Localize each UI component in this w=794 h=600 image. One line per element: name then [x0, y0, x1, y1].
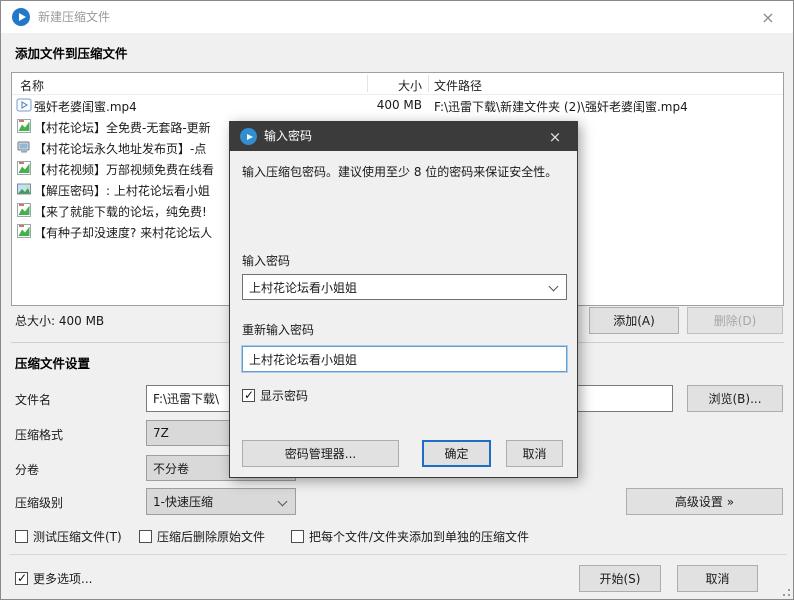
confirm-password-input[interactable]: 上村花论坛看小姐姐 [242, 346, 567, 372]
level-label: 压缩级别 [15, 494, 63, 511]
checkbox-label: 显示密码 [260, 387, 308, 404]
file-name: 【村花视频】万部视频免费在线看 [34, 161, 214, 178]
total-size-label: 总大小: 400 MB [15, 312, 104, 329]
ok-button[interactable]: 确定 [422, 440, 491, 467]
file-path: F:\迅雷下载\新建文件夹 (2)\强奸老婆闺蜜.mp4 [434, 98, 779, 115]
file-size: 400 MB [282, 98, 422, 112]
checkbox-box [15, 572, 28, 585]
app-icon [12, 8, 30, 26]
webpage-chart-icon [16, 160, 32, 176]
delete-button: 删除(D) [687, 307, 783, 334]
media-player-icon [16, 97, 32, 113]
chevron-down-icon [278, 497, 288, 507]
column-header-name[interactable]: 名称 [20, 77, 44, 94]
advanced-settings-button[interactable]: 高级设置 » [626, 488, 783, 515]
separator [9, 554, 787, 555]
file-list-header: 名称 大小 文件路径 [12, 73, 783, 95]
password-combobox[interactable]: 上村花论坛看小姐姐 [242, 274, 567, 300]
level-value: 1-快速压缩 [153, 493, 213, 510]
add-files-section-title: 添加文件到压缩文件 [15, 43, 128, 62]
checkbox-box [15, 530, 28, 543]
image-icon [16, 181, 32, 197]
filename-label: 文件名 [15, 391, 51, 408]
computer-icon [16, 139, 32, 155]
new-archive-window: 新建压缩文件 × 添加文件到压缩文件 名称 大小 文件路径 强奸老婆闺蜜.mp4… [0, 0, 794, 600]
password-label: 输入密码 [242, 252, 290, 269]
app-icon [240, 128, 257, 145]
format-value: 7Z [153, 426, 169, 440]
close-icon[interactable]: × [539, 122, 571, 151]
checkbox-show-password[interactable]: 显示密码 [242, 387, 308, 404]
checkbox-separate-archives[interactable]: 把每个文件/文件夹添加到单独的压缩文件 [291, 528, 529, 545]
webpage-chart-icon [16, 118, 32, 134]
chevron-down-icon [549, 282, 559, 292]
password-value: 上村花论坛看小姐姐 [249, 279, 357, 296]
browse-button[interactable]: 浏览(B)... [687, 385, 783, 412]
volume-value: 不分卷 [153, 460, 189, 477]
webpage-chart-icon [16, 202, 32, 218]
dialog-message: 输入压缩包密码。建议使用至少 8 位的密码来保证安全性。 [242, 163, 572, 180]
file-name: 【村花论坛】全免费-无套路-更新 [34, 119, 211, 136]
checkbox-test-archive[interactable]: 测试压缩文件(T) [15, 528, 122, 545]
checkbox-box [291, 530, 304, 543]
start-button[interactable]: 开始(S) [579, 565, 661, 592]
column-separator [428, 75, 429, 92]
cancel-button[interactable]: 取消 [677, 565, 758, 592]
resize-grip[interactable] [780, 586, 790, 596]
checkbox-label: 把每个文件/文件夹添加到单独的压缩文件 [309, 528, 529, 545]
table-row[interactable]: 强奸老婆闺蜜.mp4 400 MB F:\迅雷下载\新建文件夹 (2)\强奸老婆闺蜜… [12, 95, 783, 116]
column-header-size[interactable]: 大小 [282, 77, 422, 94]
window-title: 新建压缩文件 [38, 1, 110, 33]
file-name: 强奸老婆闺蜜.mp4 [34, 98, 137, 115]
column-header-path[interactable]: 文件路径 [434, 77, 482, 94]
dialog-title: 输入密码 [264, 122, 312, 151]
checkbox-delete-originals[interactable]: 压缩后删除原始文件 [139, 528, 265, 545]
dialog-titlebar: 输入密码 × [230, 122, 577, 151]
checkbox-label: 测试压缩文件(T) [33, 528, 122, 545]
checkbox-label: 压缩后删除原始文件 [157, 528, 265, 545]
webpage-chart-icon [16, 223, 32, 239]
file-name: 【有种子却没速度? 来村花论坛人 [34, 224, 212, 241]
password-dialog: 输入密码 × 输入压缩包密码。建议使用至少 8 位的密码来保证安全性。 输入密码… [229, 121, 578, 478]
dialog-cancel-button[interactable]: 取消 [506, 440, 563, 467]
volume-label: 分卷 [15, 461, 39, 478]
checkbox-label: 更多选项... [33, 570, 92, 587]
archive-settings-section-title: 压缩文件设置 [15, 353, 90, 372]
password-manager-button[interactable]: 密码管理器... [242, 440, 399, 467]
checkbox-more-options[interactable]: 更多选项... [15, 570, 92, 587]
confirm-password-label: 重新输入密码 [242, 321, 314, 338]
close-icon[interactable]: × [751, 1, 785, 33]
add-button[interactable]: 添加(A) [589, 307, 679, 334]
file-name: 【村花论坛永久地址发布页】-点 [34, 140, 206, 157]
format-label: 压缩格式 [15, 426, 63, 443]
column-separator [367, 75, 368, 92]
window-titlebar: 新建压缩文件 × [1, 1, 793, 33]
checkbox-box [242, 389, 255, 402]
file-name: 【解压密码】: 上村花论坛看小姐 [34, 182, 210, 199]
file-name: 【来了就能下载的论坛，纯免费! [34, 203, 207, 220]
checkbox-box [139, 530, 152, 543]
level-select[interactable]: 1-快速压缩 [146, 488, 296, 515]
